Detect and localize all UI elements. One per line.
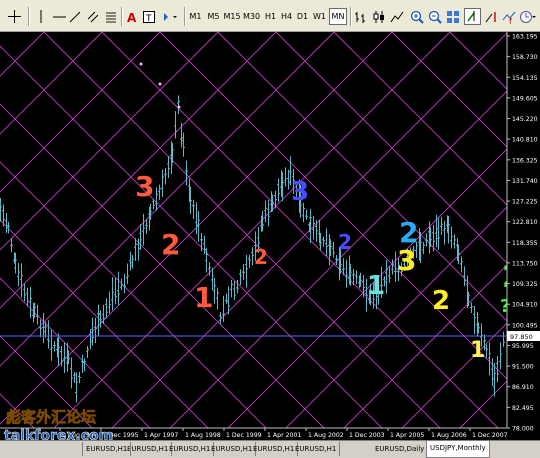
period-dropdown-icon[interactable] <box>518 8 538 25</box>
date-axis-label: 1 Dec 1999 <box>226 432 262 439</box>
price-axis-label: 78.000 <box>512 426 534 433</box>
autoscroll-icon[interactable] <box>464 8 481 25</box>
channel-icon[interactable] <box>86 8 100 25</box>
timeframe-m15[interactable]: M15 <box>222 8 242 25</box>
price-axis-label: 113.750 <box>512 260 538 267</box>
price-axis-label: 91.500 <box>512 364 534 371</box>
price-axis-label: 127.225 <box>512 199 538 206</box>
price-axis-label: 149.605 <box>512 95 538 102</box>
price-axis-label: 145.220 <box>512 116 538 123</box>
timeframe-m5[interactable]: M5 <box>205 8 222 25</box>
candlestick-icon[interactable] <box>371 8 387 25</box>
price-chart[interactable]: 3 2 1 2 3 2 1 2 3 2 1 2 ? 163.195158.730… <box>0 32 540 440</box>
chart-toolbar: A T M1 M5 M15 M30 H1 H4 D1 W1 MN f <box>0 0 540 32</box>
indicators-icon[interactable]: f <box>501 8 517 25</box>
date-axis-label: 1 Apr 1997 <box>144 432 178 439</box>
tile-windows-icon[interactable] <box>445 8 461 25</box>
svg-text:T: T <box>145 14 152 23</box>
date-axis: 2 Aug 1994 1 Dec 1995 1 Apr 1997 1 Aug 1998… <box>59 428 508 439</box>
date-axis-label: 1 Apr 2005 <box>390 432 424 439</box>
price-axis-label: 86.910 <box>512 384 534 391</box>
tab-eurusd-h1[interactable]: EURUSD,H1 <box>82 442 132 456</box>
timeframe-m1[interactable]: M1 <box>187 8 204 25</box>
price-axis-bg <box>507 32 540 440</box>
date-axis-label: 1 Dec 2007 <box>472 432 508 439</box>
chart-tabs: EURUSD,H1 EURUSD,H1 EURUSD,H1 EURUSD,H1 … <box>0 440 540 458</box>
timeframe-d1[interactable]: D1 <box>294 8 311 25</box>
trendline-icon[interactable] <box>68 8 82 25</box>
price-axis-label: 104.910 <box>512 302 538 309</box>
timeframe-h1[interactable]: H1 <box>262 8 279 25</box>
svg-text:彪客外汇论坛: 彪客外汇论坛 <box>6 408 96 426</box>
zoom-in-icon[interactable] <box>409 8 425 25</box>
shapes-dropdown-icon[interactable] <box>160 8 180 25</box>
chart-canvas: 3 2 1 2 3 2 1 2 3 2 1 2 ? 163.195158.730… <box>0 32 540 440</box>
price-axis-label: 154.135 <box>512 75 538 82</box>
chart-shift-icon[interactable] <box>483 8 499 25</box>
price-axis-label: 95.995 <box>512 343 534 350</box>
price-axis-label: 118.355 <box>512 240 538 247</box>
fibonacci-icon[interactable] <box>104 8 118 25</box>
svg-text:A: A <box>127 11 137 23</box>
wave-label: 2 <box>161 228 180 261</box>
zoom-out-icon[interactable] <box>427 8 443 25</box>
timeframe-w1[interactable]: W1 <box>311 8 328 25</box>
date-axis-label: 1 Aug 1998 <box>185 432 221 439</box>
price-axis-label: 122.810 <box>512 219 538 226</box>
timeframe-mn[interactable]: MN <box>329 8 347 25</box>
svg-text:f: f <box>509 17 512 24</box>
forum-watermark-logo: 彪客外汇论坛 talkforex.com <box>2 406 124 445</box>
wave-label: 1 <box>194 281 213 314</box>
price-axis-label: 163.195 <box>512 34 538 41</box>
horizontal-line-icon[interactable] <box>52 8 66 25</box>
date-axis-label: 1 Dec 2003 <box>349 432 385 439</box>
text-label-icon[interactable]: T <box>142 8 156 25</box>
wave-label: 3 <box>135 170 154 203</box>
bar-chart-icon[interactable] <box>353 8 369 25</box>
crosshair-icon[interactable] <box>6 8 22 25</box>
price-axis-label: 158.730 <box>512 54 538 61</box>
wave-label: 2 <box>254 245 268 269</box>
price-axis-label: 131.740 <box>512 178 538 185</box>
tab-eurusd-h1[interactable]: EURUSD,H1 <box>292 442 341 456</box>
tab-eurusd-daily[interactable]: EURUSD,Daily <box>372 442 429 456</box>
wave-label: 3 <box>397 244 416 277</box>
wave-label: 3 <box>291 177 309 207</box>
wave-start-markers <box>139 62 181 109</box>
date-axis-label: 1 Apr 2001 <box>267 432 301 439</box>
current-price-label: 97.850 <box>510 333 533 341</box>
timeframe-m30[interactable]: M30 <box>241 8 262 25</box>
wave-label: 2 <box>338 230 352 254</box>
wave-label: 2 <box>432 286 450 316</box>
price-axis-label: 140.810 <box>512 137 538 144</box>
gann-grid <box>0 32 507 428</box>
line-chart-icon[interactable] <box>389 8 405 25</box>
price-axis-label: 109.325 <box>512 281 538 288</box>
price-axis-label: 82.495 <box>512 405 534 412</box>
timeframe-h4[interactable]: H4 <box>278 8 295 25</box>
date-axis-label: 1 Aug 2002 <box>308 432 344 439</box>
tab-usdjpy-monthly[interactable]: USDJPY,Monthly <box>426 441 490 458</box>
vertical-line-icon[interactable] <box>34 8 48 25</box>
text-tool-icon[interactable]: A <box>124 8 138 25</box>
price-axis-label: 136.325 <box>512 157 538 164</box>
date-axis-label: 1 Aug 2006 <box>431 432 467 439</box>
price-axis-label: 100.495 <box>512 322 538 329</box>
wave-label: 1 <box>470 338 485 363</box>
wave-label: 1 <box>367 271 385 301</box>
